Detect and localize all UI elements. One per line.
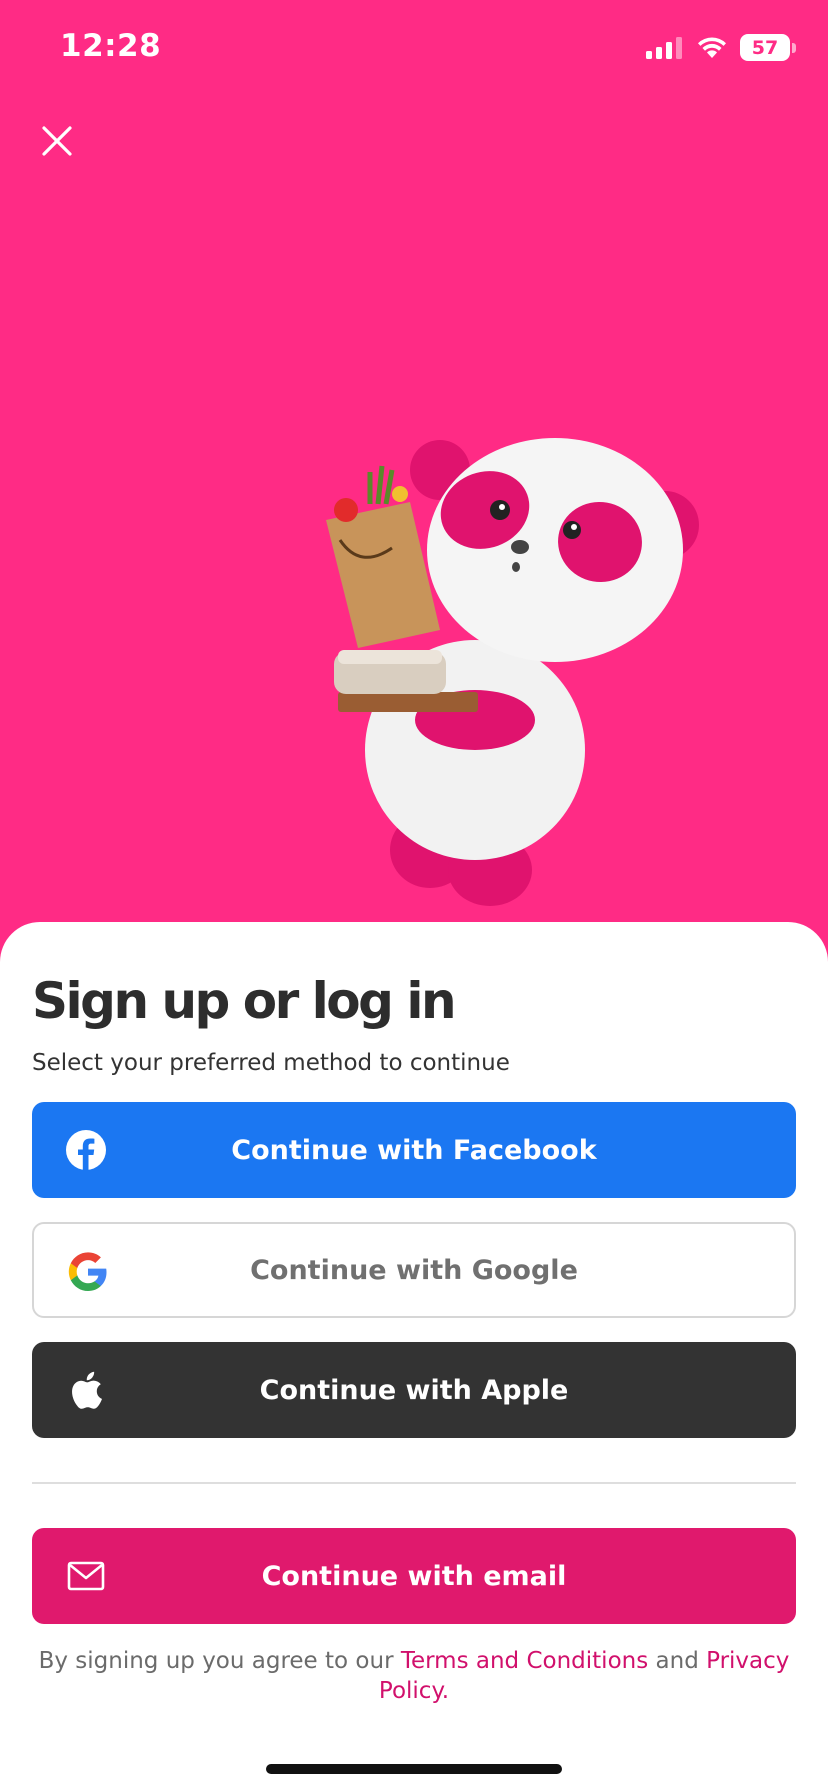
wifi-icon bbox=[698, 36, 726, 58]
continue-with-apple-button[interactable]: Continue with Apple bbox=[32, 1342, 796, 1438]
legal-middle: and bbox=[648, 1648, 707, 1674]
close-button[interactable] bbox=[38, 122, 76, 160]
apple-button-label: Continue with Apple bbox=[259, 1374, 569, 1406]
email-button-label: Continue with email bbox=[261, 1560, 567, 1592]
facebook-button-label: Continue with Facebook bbox=[231, 1134, 597, 1166]
legal-prefix: By signing up you agree to our bbox=[38, 1648, 401, 1674]
continue-with-facebook-button[interactable]: Continue with Facebook bbox=[32, 1102, 796, 1198]
google-icon bbox=[68, 1252, 108, 1292]
status-time: 12:28 bbox=[60, 28, 162, 64]
close-icon bbox=[42, 126, 72, 156]
facebook-icon bbox=[66, 1130, 106, 1170]
mail-icon bbox=[66, 1556, 106, 1596]
page-title: Sign up or log in bbox=[32, 972, 457, 1030]
apple-icon bbox=[66, 1370, 106, 1410]
panda-mascot-illustration bbox=[326, 438, 699, 906]
continue-with-google-button[interactable]: Continue with Google bbox=[32, 1222, 796, 1318]
status-bar: 12:28 57 bbox=[0, 0, 828, 100]
hero-illustration bbox=[300, 430, 760, 910]
legal-text: By signing up you agree to our Terms and… bbox=[32, 1646, 796, 1706]
google-button-label: Continue with Google bbox=[250, 1254, 578, 1286]
battery-tip bbox=[792, 42, 796, 53]
terms-link[interactable]: Terms and Conditions bbox=[401, 1648, 648, 1674]
status-icons: 57 bbox=[646, 34, 796, 61]
continue-with-email-button[interactable]: Continue with email bbox=[32, 1528, 796, 1624]
divider bbox=[32, 1482, 796, 1484]
battery-level: 57 bbox=[740, 34, 790, 61]
home-indicator bbox=[266, 1764, 562, 1774]
signal-icon bbox=[646, 36, 682, 59]
legal-suffix: . bbox=[441, 1678, 450, 1704]
page-subtitle: Select your preferred method to continue bbox=[32, 1050, 510, 1076]
battery-icon: 57 bbox=[740, 34, 796, 61]
